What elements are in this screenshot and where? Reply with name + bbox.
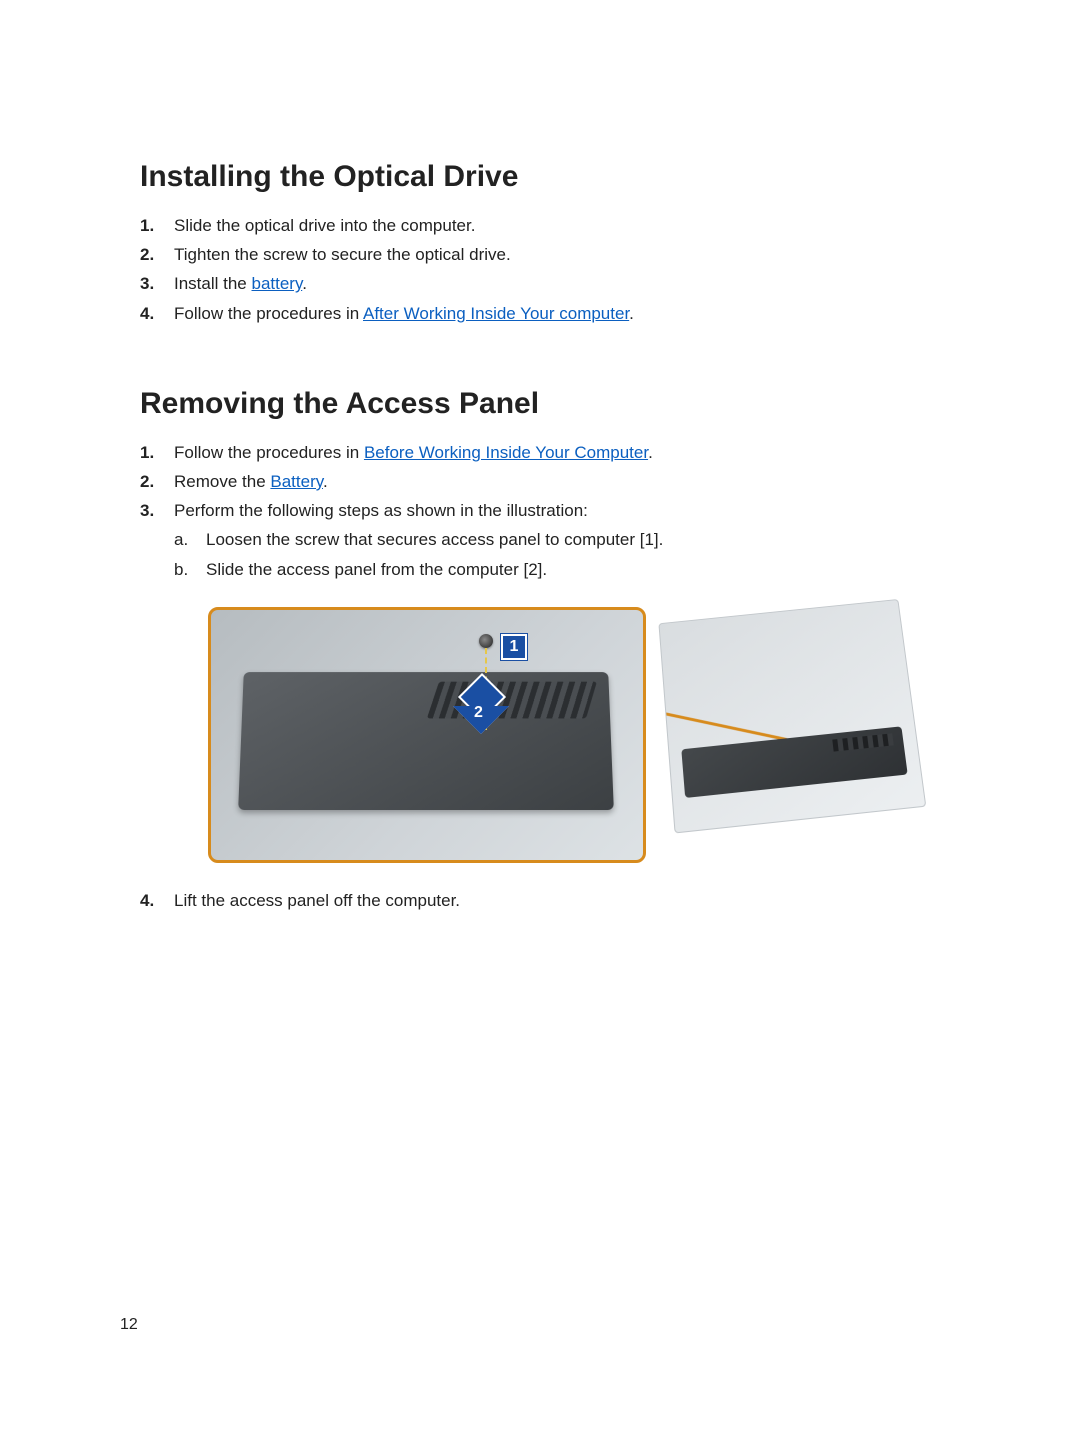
- step-text: Lift the access panel off the computer.: [174, 891, 460, 910]
- link-before-working[interactable]: Before Working Inside Your Computer: [364, 443, 648, 462]
- substep-text: Loosen the screw that secures access pan…: [206, 530, 663, 549]
- substeps: Loosen the screw that secures access pan…: [174, 526, 940, 582]
- heading-installing-optical-drive: Installing the Optical Drive: [140, 160, 940, 194]
- section-installing-optical-drive: Installing the Optical Drive Slide the o…: [140, 160, 940, 327]
- page-number: 12: [120, 1316, 138, 1334]
- illustration-access-panel: 1 2: [208, 607, 940, 863]
- step-text-suffix: .: [323, 472, 328, 491]
- step-item: Follow the procedures in Before Working …: [140, 439, 940, 466]
- step-text: Tighten the screw to secure the optical …: [174, 245, 511, 264]
- step-text: Slide the optical drive into the compute…: [174, 216, 475, 235]
- step-text-prefix: Follow the procedures in: [174, 443, 364, 462]
- step-item: Lift the access panel off the computer.: [140, 887, 940, 914]
- step-item: Perform the following steps as shown in …: [140, 497, 940, 863]
- step-item: Remove the Battery.: [140, 468, 940, 495]
- step-text-prefix: Remove the: [174, 472, 270, 491]
- substep-item: Slide the access panel from the computer…: [174, 556, 940, 583]
- substep-text: Slide the access panel from the computer…: [206, 560, 547, 579]
- step-text: Perform the following steps as shown in …: [174, 501, 588, 520]
- step-text-prefix: Follow the procedures in: [174, 304, 363, 323]
- screw-icon: [479, 634, 493, 648]
- step-item: Follow the procedures in After Working I…: [140, 300, 940, 327]
- section-removing-access-panel: Removing the Access Panel Follow the pro…: [140, 387, 940, 914]
- steps-removing-access-panel: Follow the procedures in Before Working …: [140, 439, 940, 914]
- step-text-suffix: .: [302, 274, 307, 293]
- steps-installing-optical-drive: Slide the optical drive into the compute…: [140, 212, 940, 327]
- step-item: Tighten the screw to secure the optical …: [140, 241, 940, 268]
- step-item: Slide the optical drive into the compute…: [140, 212, 940, 239]
- link-battery[interactable]: battery: [252, 274, 303, 293]
- step-item: Install the battery.: [140, 270, 940, 297]
- heading-removing-access-panel: Removing the Access Panel: [140, 387, 940, 421]
- link-after-working[interactable]: After Working Inside Your computer: [363, 304, 629, 323]
- callout-badge-1: 1: [501, 634, 527, 660]
- illustration-main-view: 1 2: [208, 607, 646, 863]
- substep-item: Loosen the screw that secures access pan…: [174, 526, 940, 553]
- slot-graphic: [681, 726, 907, 798]
- illustration-inset-view: [658, 599, 926, 834]
- link-battery-2[interactable]: Battery: [270, 472, 323, 491]
- access-panel-graphic: [238, 672, 614, 810]
- step-text-prefix: Install the: [174, 274, 252, 293]
- step-text-suffix: .: [648, 443, 653, 462]
- callout-badge-2: 2: [474, 700, 483, 726]
- step-text-suffix: .: [629, 304, 634, 323]
